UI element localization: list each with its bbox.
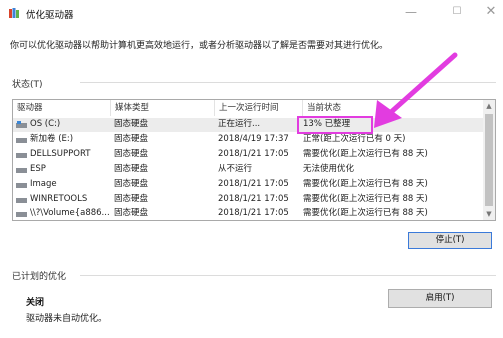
drive-name: OS (C:) (30, 119, 61, 129)
title-bar: 优化驱动器 — ☐ ✕ (0, 0, 503, 28)
media-type: 固态硬盘 (114, 179, 149, 189)
window-title: 优化驱动器 (26, 10, 74, 21)
drive-icon (16, 181, 27, 189)
drive-icon (16, 196, 27, 204)
drive-name: 新加卷 (E:) (30, 134, 74, 144)
enable-button[interactable]: 启用(T) (388, 289, 492, 308)
drive-name: Image (30, 179, 57, 189)
last-run: 正在运行... (218, 119, 261, 129)
drive-status: 需要优化(距上次运行已有 88 天) (303, 149, 428, 159)
last-run: 2018/4/19 17:37 (218, 134, 289, 144)
drive-name: \\?\Volume{a886... (30, 208, 110, 218)
drive-row[interactable]: \\?\Volume{a886... 固态硬盘 2018/1/21 17:05 … (13, 207, 483, 220)
column-header-media[interactable]: 媒体类型 (111, 100, 215, 116)
scheduled-divider (80, 275, 496, 276)
stop-button[interactable]: 停止(T) (408, 232, 492, 249)
scroll-up-icon[interactable]: ▲ (483, 100, 495, 112)
annotation-highlight-box (297, 116, 373, 134)
vertical-scrollbar[interactable]: ▲ ▼ (483, 100, 495, 220)
media-type: 固态硬盘 (114, 119, 149, 129)
drive-row[interactable]: DELLSUPPORT 固态硬盘 2018/1/21 17:05 需要优化(距上… (13, 148, 483, 162)
drive-list[interactable]: 驱动器 媒体类型 上一次运行时间 当前状态 OS (C:) 固态硬盘 正在运行.… (12, 99, 496, 221)
last-run: 从不运行 (218, 164, 253, 174)
schedule-state: 关闭 (26, 298, 45, 308)
media-type: 固态硬盘 (114, 134, 149, 144)
drive-name: ESP (30, 164, 46, 174)
drive-status: 需要优化(距上次运行已有 88 天) (303, 194, 428, 204)
maximize-button[interactable]: ☐ (444, 3, 470, 21)
schedule-description: 驱动器未自动优化。 (26, 314, 108, 324)
defrag-app-icon (8, 7, 20, 19)
media-type: 固态硬盘 (114, 208, 149, 218)
media-type: 固态硬盘 (114, 149, 149, 159)
last-run: 2018/1/21 17:05 (218, 194, 289, 204)
close-button[interactable]: ✕ (478, 3, 503, 21)
drive-row[interactable]: WINRETOOLS 固态硬盘 2018/1/21 17:05 需要优化(距上次… (13, 193, 483, 207)
drive-status: 需要优化(距上次运行已有 88 天) (303, 179, 428, 189)
minimize-button[interactable]: — (398, 3, 424, 21)
description-text: 你可以优化驱动器以帮助计算机更高效地运行，或者分析驱动器以了解是否需要对其进行优… (10, 41, 389, 51)
drive-icon (16, 166, 27, 174)
drive-row[interactable]: OS (C:) 固态硬盘 正在运行... 13% 已整理 (13, 118, 483, 132)
last-run: 2018/1/21 17:05 (218, 149, 289, 159)
drive-icon (16, 151, 27, 159)
system-drive-icon (16, 121, 27, 129)
drive-icon (16, 136, 27, 144)
status-section-label: 状态(T) (12, 80, 43, 90)
drive-status: 正常(距上次运行已有 0 天) (303, 134, 406, 144)
last-run: 2018/1/21 17:05 (218, 179, 289, 189)
column-header-drive[interactable]: 驱动器 (13, 100, 111, 116)
list-header: 驱动器 媒体类型 上一次运行时间 当前状态 (13, 100, 483, 116)
drive-status: 无法使用优化 (303, 164, 355, 174)
drive-name: WINRETOOLS (30, 194, 88, 204)
media-type: 固态硬盘 (114, 194, 149, 204)
last-run: 2018/1/21 17:05 (218, 208, 289, 218)
drive-row[interactable]: ESP 固态硬盘 从不运行 无法使用优化 (13, 163, 483, 177)
drive-row[interactable]: Image 固态硬盘 2018/1/21 17:05 需要优化(距上次运行已有 … (13, 178, 483, 192)
column-header-status[interactable]: 当前状态 (303, 100, 483, 116)
scheduled-section-label: 已计划的优化 (12, 272, 67, 282)
column-header-last-run[interactable]: 上一次运行时间 (215, 100, 303, 116)
media-type: 固态硬盘 (114, 164, 149, 174)
scroll-thumb[interactable] (485, 114, 493, 206)
scroll-down-icon[interactable]: ▼ (483, 208, 495, 220)
status-divider (80, 82, 496, 83)
drive-icon (16, 210, 27, 218)
drive-row[interactable]: 新加卷 (E:) 固态硬盘 2018/4/19 17:37 正常(距上次运行已有… (13, 133, 483, 147)
drive-name: DELLSUPPORT (30, 149, 91, 159)
drive-status: 需要优化(距上次运行已有 88 天) (303, 208, 428, 218)
